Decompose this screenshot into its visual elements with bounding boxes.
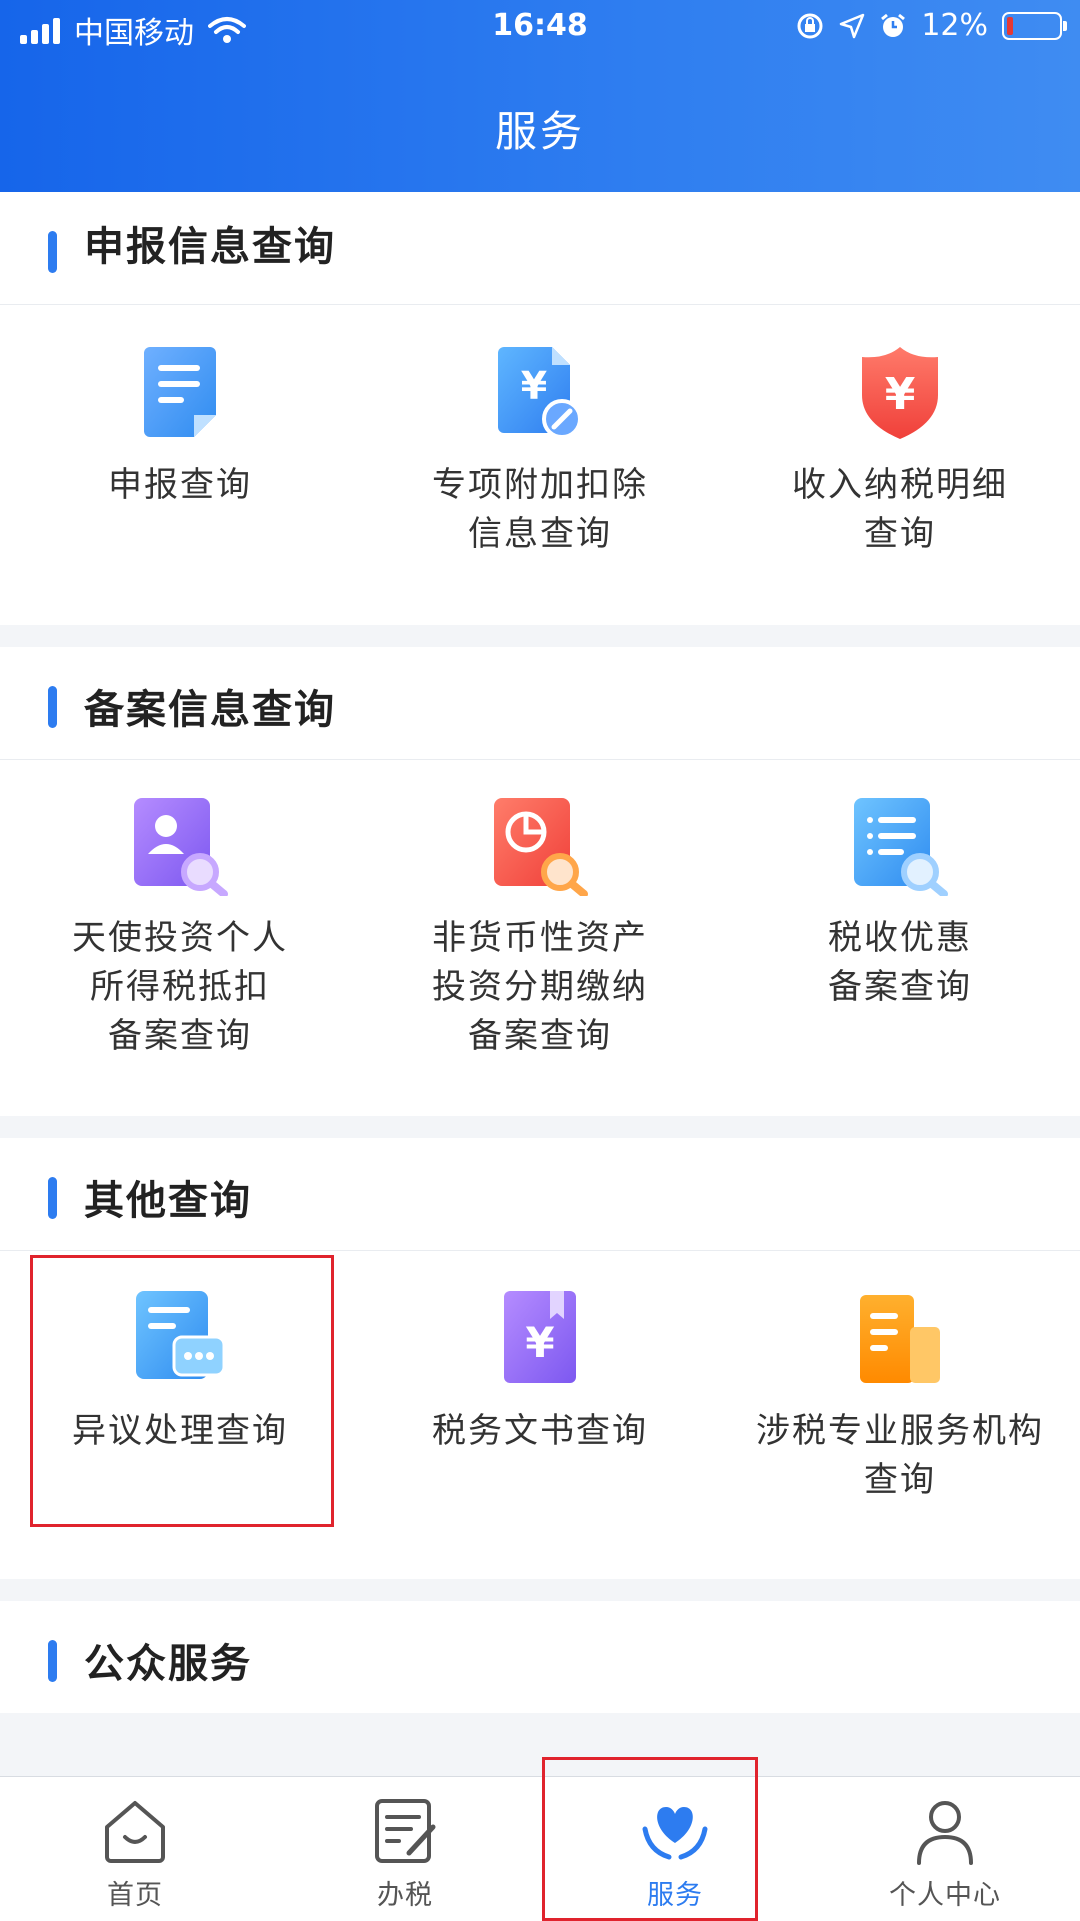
section-accent-bar	[48, 1177, 57, 1219]
person-search-icon	[134, 798, 228, 896]
highlight-box	[542, 1757, 758, 1921]
item-label: 专项附加扣除 信息查询	[432, 465, 648, 554]
section-filing-query: 备案信息查询 天使投资个人 所得税抵扣 备案查询 非货币性资产 投资分期缴纳 备…	[0, 647, 1080, 1116]
tab-label: 办税	[377, 1880, 433, 1911]
section-accent-bar	[48, 686, 57, 728]
section-header: 其他查询	[0, 1138, 1080, 1251]
building-icon	[860, 1295, 940, 1383]
section-divider	[0, 1116, 1080, 1138]
battery-level	[1007, 16, 1013, 35]
service-content[interactable]: 申报信息查询 申报查询 ¥ 专项附加扣除 信息查询 ¥ 收入纳税明细 查询 备案…	[0, 192, 1080, 1776]
section-grid: 申报查询 ¥ 专项附加扣除 信息查询 ¥ 收入纳税明细 查询	[0, 305, 1080, 625]
yuan-shield-icon: ¥	[862, 347, 938, 439]
tab-label: 首页	[107, 1880, 163, 1911]
status-bar: 中国移动 16:48 12%	[0, 0, 1080, 58]
page-title: 服务	[494, 107, 585, 156]
battery-icon	[1002, 11, 1067, 40]
home-icon	[105, 1801, 165, 1863]
section-title: 申报信息查询	[84, 224, 336, 270]
battery-percent: 12%	[921, 8, 988, 43]
svg-text:¥: ¥	[521, 364, 547, 408]
bottom-tab-bar: 首页 办税 服务 个人中心	[0, 1757, 1080, 1921]
section-other-query: 其他查询 异议处理查询 ¥ 税务文书查询 涉税专业服务机构 查询	[0, 1138, 1080, 1579]
item-label: 税务文书查询	[432, 1411, 648, 1451]
edit-document-icon	[375, 1799, 436, 1863]
item-label: 天使投资个人 所得税抵扣 备案查询	[72, 918, 288, 1056]
svg-text:¥: ¥	[525, 1318, 554, 1367]
rotation-lock-icon	[797, 13, 823, 38]
section-header: 申报信息查询	[0, 192, 1080, 305]
tab-home[interactable]: 首页	[0, 1777, 270, 1921]
status-right: 12%	[795, 8, 1067, 43]
item-label: 非货币性资产 投资分期缴纳 备案查询	[432, 918, 648, 1056]
pie-chart-search-icon	[494, 798, 588, 896]
tab-tax[interactable]: 办税	[270, 1777, 540, 1921]
document-icon	[144, 347, 216, 437]
location-icon	[840, 13, 865, 38]
section-grid: 异议处理查询 ¥ 税务文书查询 涉税专业服务机构 查询	[0, 1251, 1080, 1579]
yuan-document-edit-icon: ¥	[498, 347, 582, 439]
item-non-monetary-asset-filing-query[interactable]: 非货币性资产 投资分期缴纳 备案查询	[360, 760, 720, 1116]
section-declaration-query: 申报信息查询 申报查询 ¥ 专项附加扣除 信息查询 ¥ 收入纳税明细 查询	[0, 192, 1080, 625]
alarm-icon	[881, 13, 906, 37]
section-header: 公众服务	[0, 1601, 1080, 1713]
item-tax-service-agency-query[interactable]: 涉税专业服务机构 查询	[720, 1251, 1080, 1579]
tab-service[interactable]: 服务	[540, 1757, 810, 1921]
section-title: 公众服务	[84, 1641, 252, 1687]
svg-text:¥: ¥	[885, 369, 916, 420]
section-divider	[0, 625, 1080, 647]
item-label: 收入纳税明细 查询	[792, 465, 1008, 554]
item-label: 涉税专业服务机构 查询	[756, 1411, 1044, 1500]
item-special-deduction-query[interactable]: ¥ 专项附加扣除 信息查询	[360, 305, 720, 625]
item-angel-investment-filing-query[interactable]: 天使投资个人 所得税抵扣 备案查询	[0, 760, 360, 1116]
user-icon	[917, 1801, 973, 1865]
section-accent-bar	[48, 231, 57, 273]
section-header: 备案信息查询	[0, 647, 1080, 760]
section-title: 备案信息查询	[84, 687, 336, 733]
list-search-icon	[854, 798, 948, 896]
yuan-book-icon: ¥	[504, 1291, 576, 1383]
item-label: 税收优惠 备案查询	[828, 918, 972, 1007]
app-header: 中国移动 16:48 12% 服务	[0, 0, 1080, 192]
tab-personal-center[interactable]: 个人中心	[810, 1777, 1080, 1921]
tab-label: 个人中心	[889, 1880, 1001, 1911]
item-income-tax-detail-query[interactable]: ¥ 收入纳税明细 查询	[720, 305, 1080, 625]
highlight-box	[30, 1255, 334, 1527]
item-tax-document-query[interactable]: ¥ 税务文书查询	[360, 1251, 720, 1579]
section-accent-bar	[48, 1640, 57, 1682]
item-label: 申报查询	[108, 465, 252, 505]
section-divider	[0, 1579, 1080, 1601]
section-public-service: 公众服务	[0, 1601, 1080, 1713]
section-grid: 天使投资个人 所得税抵扣 备案查询 非货币性资产 投资分期缴纳 备案查询 税收优…	[0, 760, 1080, 1116]
section-title: 其他查询	[84, 1178, 252, 1224]
item-declaration-query[interactable]: 申报查询	[0, 305, 360, 625]
item-tax-incentive-filing-query[interactable]: 税收优惠 备案查询	[720, 760, 1080, 1116]
